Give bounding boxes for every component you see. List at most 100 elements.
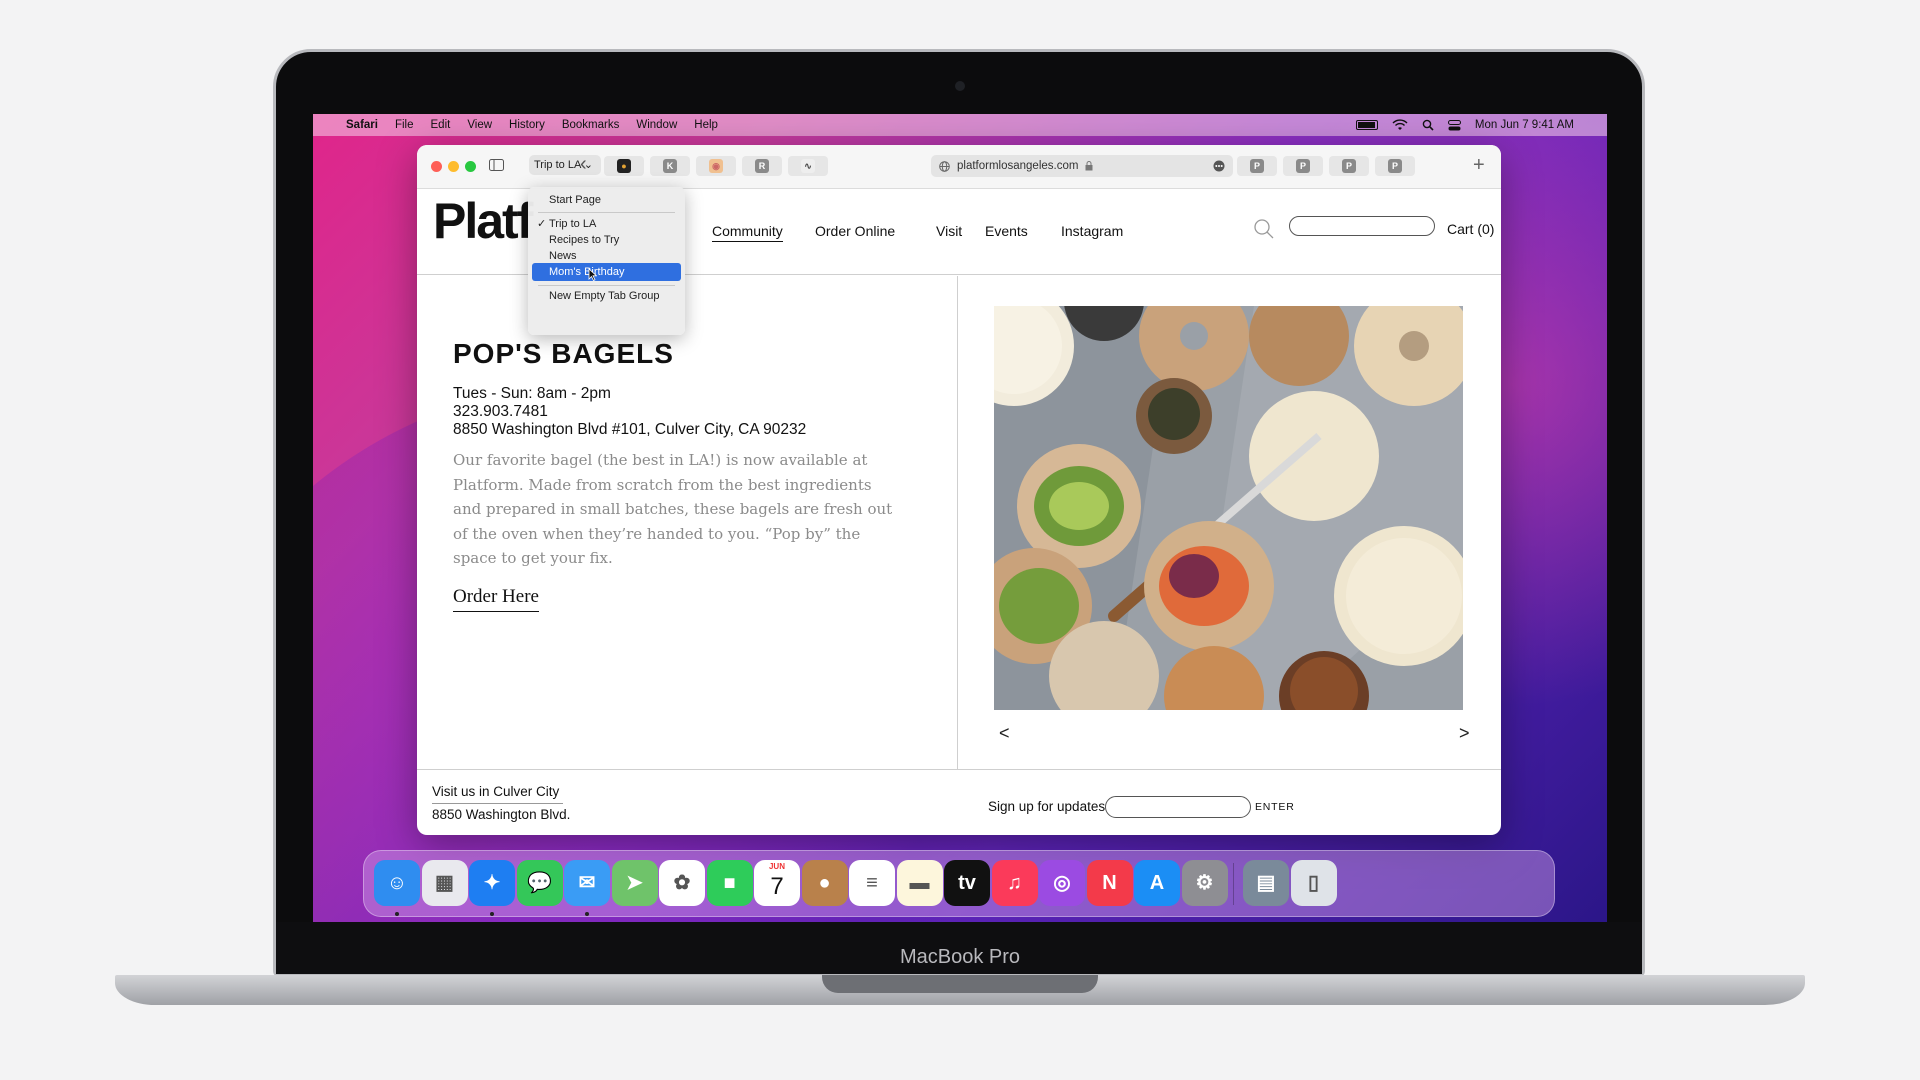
running-indicator	[490, 912, 494, 916]
more-options-icon[interactable]	[1213, 160, 1225, 172]
calendar-day: 7	[770, 873, 784, 900]
dock-photos-icon[interactable]: ✿	[659, 860, 705, 906]
footer-address: 8850 Washington Blvd.	[432, 807, 571, 822]
nav-community[interactable]: Community	[712, 223, 783, 242]
safari-window: Trip to LA ⌄ ‹ ● K ◉ R ∿ platformlosange…	[417, 145, 1501, 835]
tab-right-2[interactable]: P	[1329, 156, 1369, 176]
tab-4[interactable]: ∿	[788, 156, 828, 176]
tab-group-menu: Start Page ✓ Trip to LA Recipes to Try Ne…	[528, 187, 685, 335]
device-label: MacBook Pro	[899, 946, 1021, 968]
site-logo[interactable]: Platf	[433, 192, 533, 250]
menu-separator	[538, 285, 675, 286]
globe-icon	[939, 161, 950, 172]
tab-group-button[interactable]: Trip to LA ⌄	[529, 155, 601, 175]
signup-label: Sign up for updates	[988, 799, 1106, 814]
calendar-month: JUN	[768, 862, 785, 871]
dock-podcasts-icon[interactable]: ◎	[1039, 860, 1085, 906]
nav-visit[interactable]: Visit	[936, 223, 962, 239]
close-button[interactable]	[431, 161, 442, 172]
nav-instagram[interactable]: Instagram	[1061, 223, 1123, 239]
content-left: POP'S BAGELS Tues - Sun: 8am - 2pm 323.9…	[417, 276, 958, 770]
spotlight-search-icon[interactable]	[1422, 119, 1434, 131]
description: Our favorite bagel (the best in LA!) is …	[453, 451, 893, 567]
dock-app-store-icon[interactable]: A	[1134, 860, 1180, 906]
tab-right-3[interactable]: P	[1375, 156, 1415, 176]
wifi-icon[interactable]	[1392, 119, 1408, 131]
dock-trash-icon[interactable]: ▯	[1290, 860, 1337, 906]
dock-messages-icon[interactable]: 💬	[516, 860, 563, 906]
dock: ☺ ▦ ✦ 💬 ✉ ➤ ✿ ■ JUN 7 ● ≡ ▬ tv ♫ ◎ N A ⚙ ▤ ▯	[363, 850, 1555, 917]
carousel-prev-button[interactable]: <	[999, 723, 1010, 744]
dock-contacts-icon[interactable]: ●	[801, 860, 848, 906]
tab-favicon: ●	[617, 159, 631, 173]
battery-icon[interactable]	[1355, 120, 1378, 130]
dock-safari-icon[interactable]: ✦	[469, 860, 515, 906]
dock-news-icon[interactable]: N	[1086, 860, 1133, 906]
cursor-icon	[588, 268, 597, 281]
signup-email-input[interactable]	[1105, 796, 1251, 818]
nav-events[interactable]: Events	[985, 223, 1028, 239]
tab-favicon: P	[1250, 159, 1264, 173]
menu-item-new-empty-tab-group[interactable]: New Empty Tab Group	[532, 287, 681, 305]
dock-downloads-icon[interactable]: ▤	[1243, 860, 1289, 906]
search-icon[interactable]	[1253, 218, 1275, 240]
visit-link[interactable]: Visit us in Culver City	[432, 784, 563, 804]
nav-order-online[interactable]: Order Online	[815, 223, 895, 239]
clock[interactable]: Mon Jun 7 9:41 AM	[1475, 119, 1574, 131]
dock-calendar-icon[interactable]: JUN 7	[754, 860, 800, 906]
tab-favicon: P	[1388, 159, 1402, 173]
bagels-photo	[994, 306, 1463, 710]
dock-maps-icon[interactable]: ➤	[611, 860, 658, 906]
url-text: platformlosangeles.com	[957, 160, 1079, 172]
screen: Safari File Edit View History Bookmarks …	[313, 114, 1607, 922]
menu-item-label: Trip to LA	[549, 218, 597, 230]
tab-favicon: ◉	[709, 159, 723, 173]
menu-view[interactable]: View	[467, 119, 492, 131]
tab-favicon: ∿	[801, 159, 815, 173]
running-indicator	[585, 912, 589, 916]
menu-item-start-page[interactable]: Start Page	[532, 191, 681, 209]
tab-right-1[interactable]: P	[1283, 156, 1323, 176]
dock-tv-icon[interactable]: tv	[944, 860, 990, 906]
minimize-button[interactable]	[448, 161, 459, 172]
lock-icon	[1085, 161, 1093, 171]
sidebar-icon[interactable]	[489, 159, 504, 171]
menu-window[interactable]: Window	[636, 119, 677, 131]
menu-help[interactable]: Help	[694, 119, 718, 131]
dock-reminders-icon[interactable]: ≡	[849, 860, 895, 906]
dock-music-icon[interactable]: ♫	[991, 860, 1038, 906]
new-tab-button[interactable]: +	[1473, 154, 1485, 177]
menu-file[interactable]: File	[395, 119, 414, 131]
dock-launchpad-icon[interactable]: ▦	[421, 860, 468, 906]
tab-0[interactable]: ●	[604, 156, 644, 176]
menu-app-name[interactable]: Safari	[346, 119, 378, 131]
menu-item-moms-birthday[interactable]: Mom's Birthday	[532, 263, 681, 281]
carousel-next-button[interactable]: >	[1459, 723, 1470, 744]
dock-facetime-icon[interactable]: ■	[706, 860, 753, 906]
dock-finder-icon[interactable]: ☺	[374, 860, 420, 906]
hours: Tues - Sun: 8am - 2pm	[453, 385, 611, 402]
back-button[interactable]: ‹	[580, 153, 587, 176]
tab-favicon: R	[755, 159, 769, 173]
menu-bookmarks[interactable]: Bookmarks	[562, 119, 620, 131]
zoom-button[interactable]	[465, 161, 476, 172]
tab-3[interactable]: R	[742, 156, 782, 176]
dock-notes-icon[interactable]: ▬	[896, 860, 943, 906]
address-bar[interactable]: platformlosangeles.com	[931, 155, 1233, 177]
site-search-input[interactable]	[1289, 216, 1435, 236]
menu-history[interactable]: History	[509, 119, 545, 131]
dock-mail-icon[interactable]: ✉	[564, 860, 610, 906]
laptop-notch	[822, 975, 1098, 993]
control-center-icon[interactable]	[1447, 119, 1461, 131]
cart-link[interactable]: Cart (0)	[1447, 221, 1494, 237]
tab-1[interactable]: K	[650, 156, 690, 176]
menu-edit[interactable]: Edit	[431, 119, 451, 131]
order-here-link[interactable]: Order Here	[453, 586, 539, 612]
signup-enter-button[interactable]: ENTER	[1255, 801, 1295, 813]
tab-2[interactable]: ◉	[696, 156, 736, 176]
tab-right-0[interactable]: P	[1237, 156, 1277, 176]
tab-favicon: P	[1296, 159, 1310, 173]
address: 8850 Washington Blvd #101, Culver City, …	[453, 421, 807, 438]
dock-system-preferences-icon[interactable]: ⚙	[1181, 860, 1228, 906]
phone[interactable]: 323.903.7481	[453, 403, 548, 421]
